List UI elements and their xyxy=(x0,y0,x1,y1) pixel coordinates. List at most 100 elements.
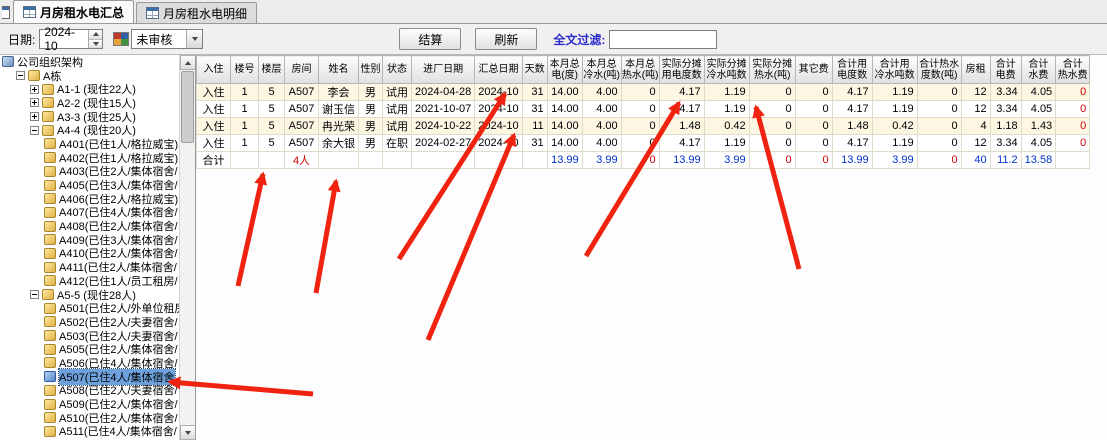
room-icon xyxy=(44,166,56,177)
table-cell: 0 xyxy=(749,152,795,169)
table-cell: 14.00 xyxy=(547,118,582,135)
table-cell: 1.19 xyxy=(872,135,917,152)
column-header[interactable]: 性别 xyxy=(359,56,383,84)
floor-icon xyxy=(42,97,54,108)
scrollbar-thumb[interactable] xyxy=(181,71,194,143)
table-cell: 13.58 xyxy=(1021,152,1056,169)
column-header[interactable]: 合计用 冷水吨数 xyxy=(872,56,917,84)
column-header[interactable]: 进厂日期 xyxy=(412,56,475,84)
tree-item[interactable]: 公司组织架构 xyxy=(0,55,179,69)
column-header[interactable]: 汇总日期 xyxy=(475,56,522,84)
table-cell: 0 xyxy=(749,101,795,118)
review-status-dropdown[interactable]: 未审核 xyxy=(131,29,203,49)
table-cell: 11.2 xyxy=(990,152,1021,169)
collapse-icon[interactable] xyxy=(16,71,25,80)
table-cell: 入住 xyxy=(197,135,231,152)
room-icon xyxy=(44,248,56,259)
up-arrow-icon xyxy=(93,32,99,36)
table-row[interactable]: 入住15A507李会男试用2024-04-282024-103114.004.0… xyxy=(197,84,1090,101)
table-cell: 3.99 xyxy=(704,152,749,169)
room-icon xyxy=(44,234,56,245)
tree-item[interactable]: A511(已住4人/集体宿舍/ xyxy=(0,425,179,439)
column-header[interactable]: 天数 xyxy=(522,56,547,84)
tab-monthly-detail[interactable]: 月房租水电明细 xyxy=(136,2,257,23)
table-cell: 2024-10 xyxy=(475,135,522,152)
table-cell: 3.99 xyxy=(582,152,621,169)
filter-input[interactable] xyxy=(609,30,717,49)
table-cell xyxy=(383,152,412,169)
tree-item-label: A511(已住4人/集体宿舍/ xyxy=(59,423,177,439)
table-cell: 1.48 xyxy=(659,118,704,135)
table-cell: 5 xyxy=(259,118,285,135)
settle-button[interactable]: 结算 xyxy=(399,28,461,50)
expand-icon[interactable] xyxy=(30,85,39,94)
table-cell: 合计 xyxy=(197,152,231,169)
column-header[interactable]: 本月总 冷水(吨) xyxy=(582,56,621,84)
table-row[interactable]: 入住15A507余大银男在职2024-02-272024-103114.004.… xyxy=(197,135,1090,152)
table-row[interactable]: 入住15A507谢玉信男试用2021-10-072024-103114.004.… xyxy=(197,101,1090,118)
column-header[interactable]: 姓名 xyxy=(319,56,359,84)
table-cell: 0 xyxy=(795,101,832,118)
table-cell: 0 xyxy=(917,118,961,135)
spin-down-button[interactable] xyxy=(89,40,102,49)
room-icon xyxy=(44,221,56,232)
column-header[interactable]: 入住 xyxy=(197,56,231,84)
table-cell: 入住 xyxy=(197,84,231,101)
table-cell: 0 xyxy=(917,101,961,118)
expand-icon[interactable] xyxy=(30,112,39,121)
column-header[interactable]: 合计热水 度数(吨) xyxy=(917,56,961,84)
table-cell: 2024-10 xyxy=(475,84,522,101)
collapse-icon[interactable] xyxy=(30,126,39,135)
room-icon xyxy=(44,275,56,286)
window-corner-icon xyxy=(2,6,10,19)
scroll-down-button[interactable] xyxy=(180,425,196,440)
dropdown-button[interactable] xyxy=(186,30,202,48)
date-value: 2024-10 xyxy=(40,25,88,53)
table-cell: 0.42 xyxy=(872,118,917,135)
column-header[interactable]: 合计 热水费 xyxy=(1056,56,1090,84)
expand-icon[interactable] xyxy=(30,98,39,107)
column-header[interactable]: 实际分摊 冷水吨数 xyxy=(704,56,749,84)
table-cell: 0 xyxy=(795,118,832,135)
table-cell: 0 xyxy=(795,84,832,101)
table-cell: 1.48 xyxy=(832,118,872,135)
table-cell: 0 xyxy=(749,118,795,135)
table-cell: 4.17 xyxy=(832,135,872,152)
column-header[interactable]: 实际分摊 热水(吨) xyxy=(749,56,795,84)
collapse-icon[interactable] xyxy=(30,290,39,299)
tab-label: 月房租水电明细 xyxy=(163,5,247,22)
table-cell: A507 xyxy=(285,135,319,152)
column-header[interactable]: 合计 电费 xyxy=(990,56,1021,84)
column-header[interactable]: 房租 xyxy=(961,56,990,84)
tab-monthly-summary[interactable]: 月房租水电汇总 xyxy=(13,0,134,23)
refresh-button[interactable]: 刷新 xyxy=(475,28,537,50)
table-cell: 11 xyxy=(522,118,547,135)
column-header[interactable]: 状态 xyxy=(383,56,412,84)
column-header[interactable]: 合计 水费 xyxy=(1021,56,1056,84)
table-cell: 1.43 xyxy=(1021,118,1056,135)
table-cell: 12 xyxy=(961,84,990,101)
table-cell: 0.42 xyxy=(704,118,749,135)
date-input[interactable]: 2024-10 xyxy=(39,29,103,49)
column-header[interactable]: 其它费 xyxy=(795,56,832,84)
table-row[interactable]: 入住15A507冉光荣男试用2024-10-222024-101114.004.… xyxy=(197,118,1090,135)
column-header[interactable]: 房间 xyxy=(285,56,319,84)
table-cell: 0 xyxy=(795,152,832,169)
column-header[interactable]: 实际分摊 用电度数 xyxy=(659,56,704,84)
table-cell: 4.17 xyxy=(659,135,704,152)
column-header[interactable]: 合计用 电度数 xyxy=(832,56,872,84)
table-cell: 4.00 xyxy=(582,101,621,118)
table-cell: 男 xyxy=(359,101,383,118)
table-cell: 0 xyxy=(621,152,659,169)
room-icon xyxy=(44,138,56,149)
column-header[interactable]: 楼层 xyxy=(259,56,285,84)
tree-scrollbar[interactable] xyxy=(179,55,195,440)
table-cell: 2024-04-28 xyxy=(412,84,475,101)
room-icon xyxy=(44,193,56,204)
column-header[interactable]: 楼号 xyxy=(231,56,259,84)
summary-grid-area: 入住楼号楼层房间姓名性别状态进厂日期汇总日期天数本月总 电(度)本月总 冷水(吨… xyxy=(196,55,1107,440)
spin-up-button[interactable] xyxy=(89,30,102,40)
column-header[interactable]: 本月总 热水(吨) xyxy=(621,56,659,84)
column-header[interactable]: 本月总 电(度) xyxy=(547,56,582,84)
scroll-up-button[interactable] xyxy=(180,55,196,70)
